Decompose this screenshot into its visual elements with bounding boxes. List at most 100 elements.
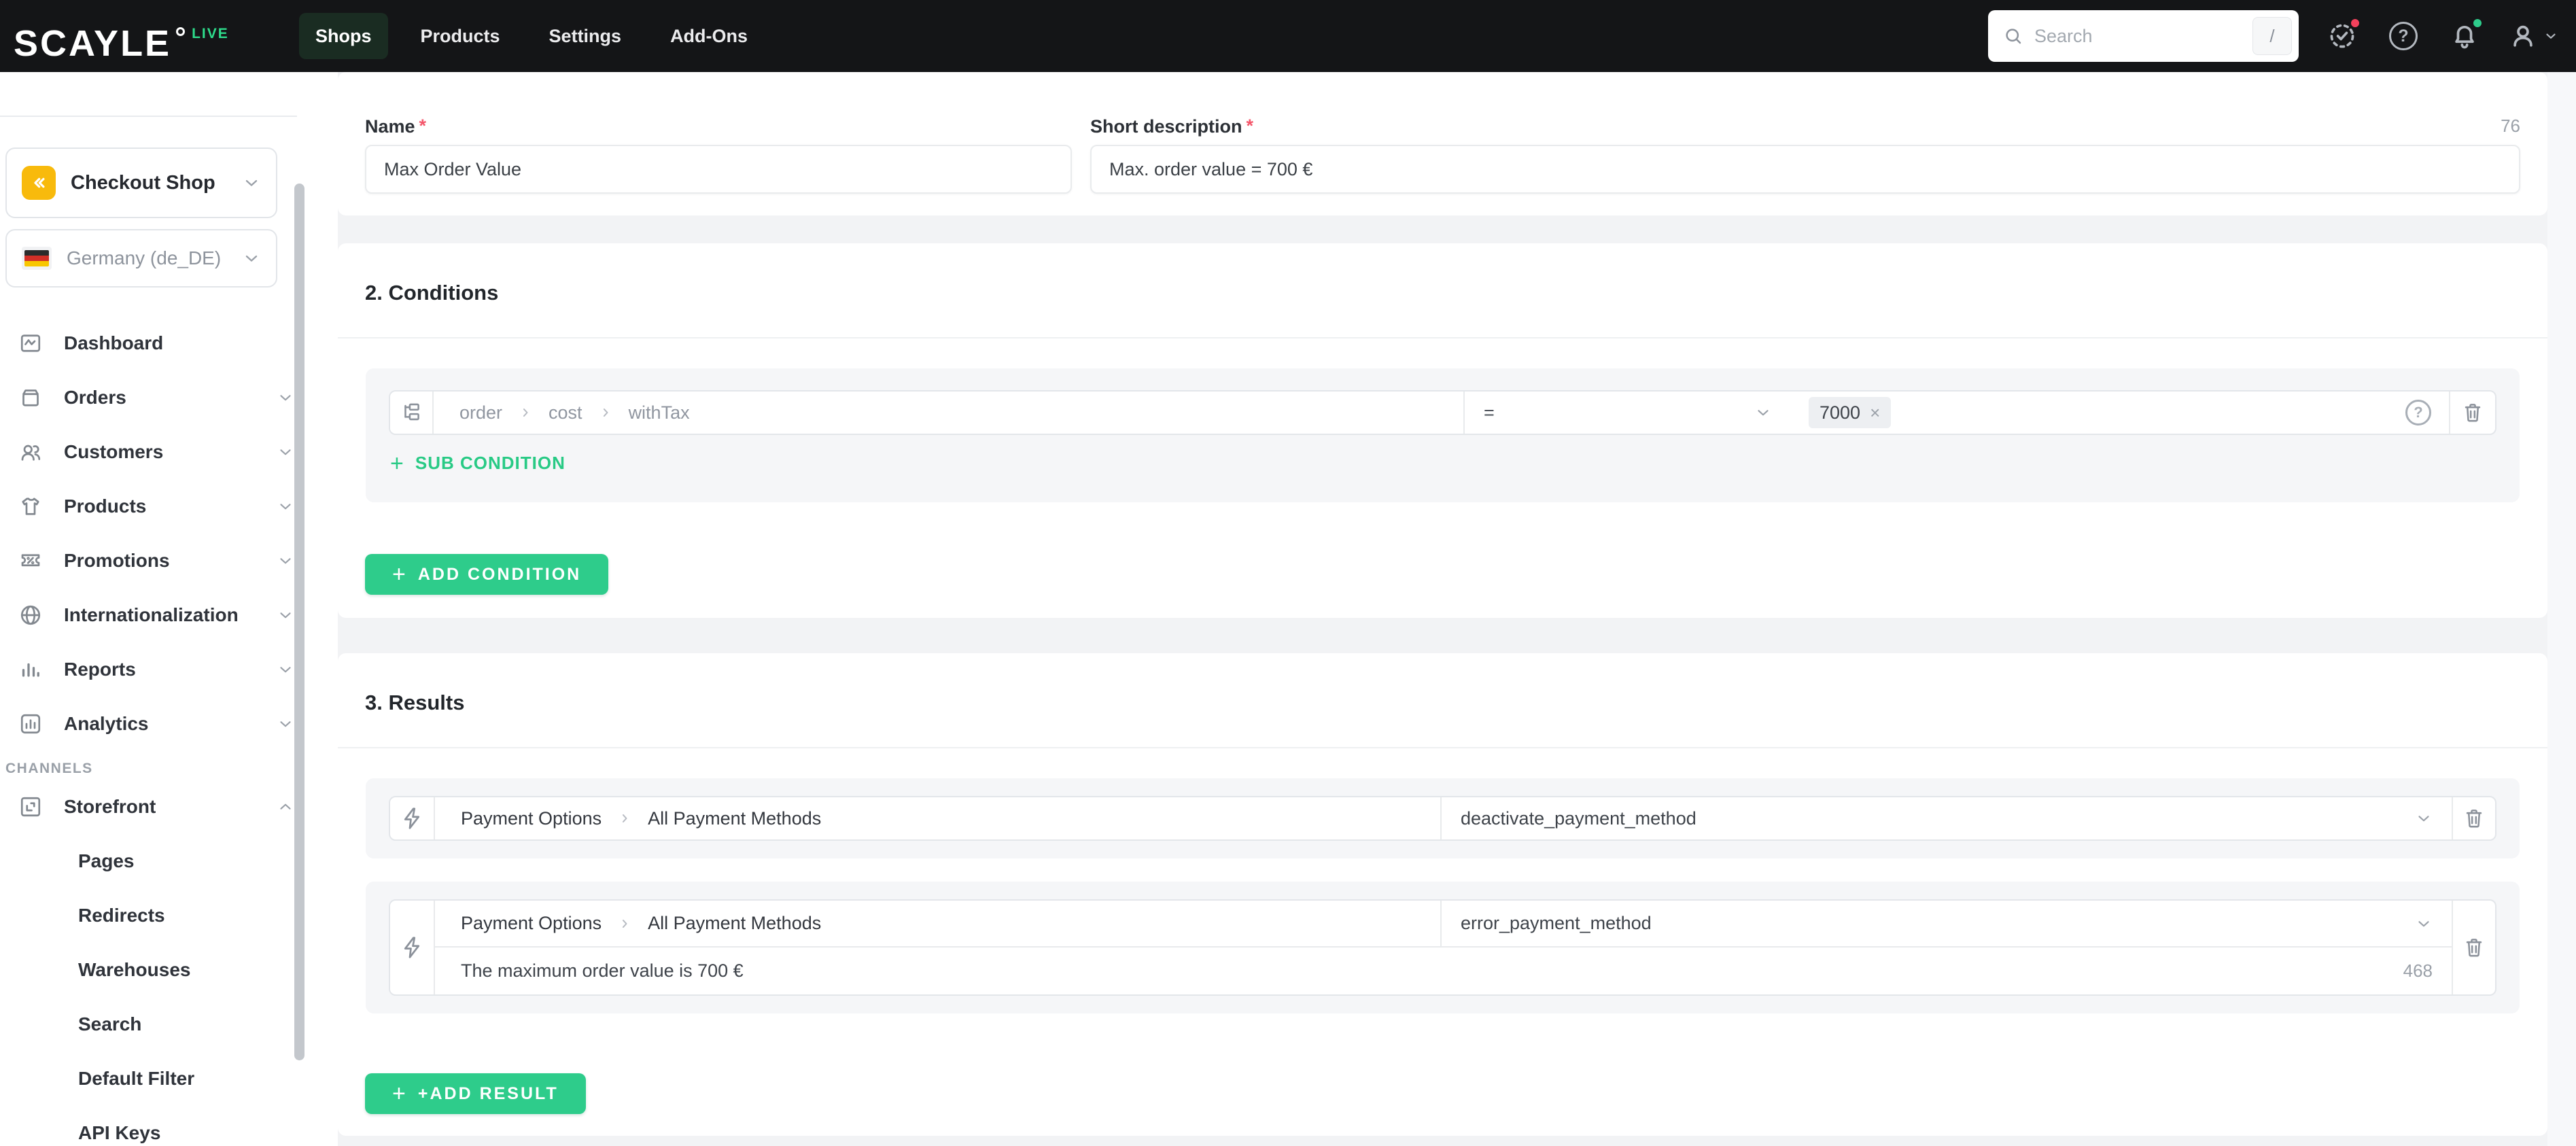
tab-products[interactable]: Products <box>404 13 517 59</box>
sidebar-subitem-pages[interactable]: Pages <box>0 834 338 888</box>
status-alert-dot <box>2349 17 2361 29</box>
sidebar-subitem-redirects[interactable]: Redirects <box>0 888 338 943</box>
result-effect-select[interactable]: error_payment_method <box>1440 901 2452 947</box>
result-group-panel: Payment Options All Payment Methods deac… <box>366 778 2520 858</box>
sidebar-scrollbar-thumb[interactable] <box>294 184 304 1060</box>
sidebar-subitem-search[interactable]: Search <box>0 997 338 1052</box>
delete-condition-button[interactable] <box>2449 392 2495 434</box>
sidebar-item-orders[interactable]: Orders <box>0 370 338 425</box>
remove-tag-icon[interactable]: × <box>1870 402 1880 423</box>
conditions-card: 2. Conditions order cost withTax = 7000 … <box>338 243 2547 618</box>
channels-section-label: CHANNELS <box>5 761 93 776</box>
logo-wordmark: SCAYLE <box>14 23 172 64</box>
condition-type-cell[interactable] <box>390 392 434 434</box>
locale-selector-label: Germany (de_DE) <box>67 247 222 268</box>
lightning-icon <box>404 937 420 958</box>
result-target-select[interactable]: Payment Options All Payment Methods <box>435 901 1440 946</box>
tab-settings[interactable]: Settings <box>533 13 638 59</box>
help-button[interactable]: ? <box>2386 18 2421 54</box>
sidebar-item-products[interactable]: Products <box>0 479 338 534</box>
sidebar-item-reports[interactable]: Reports <box>0 642 338 697</box>
chevron-right-icon <box>618 812 631 825</box>
char-counter: 468 <box>2403 960 2433 981</box>
notifications-dot <box>2471 17 2484 29</box>
locale-selector[interactable]: Germany (de_DE) <box>5 229 277 288</box>
delete-result-button[interactable] <box>2452 797 2495 839</box>
sidebar-item-promotions[interactable]: Promotions <box>0 534 338 588</box>
promotions-icon <box>18 549 43 573</box>
delete-result-button[interactable] <box>2452 901 2495 994</box>
sidebar-subitem-default-filter[interactable]: Default Filter <box>0 1052 338 1106</box>
section-divider <box>338 747 2547 748</box>
name-input[interactable] <box>365 145 1072 194</box>
trash-icon <box>2466 939 2482 957</box>
trash-icon <box>2465 404 2481 422</box>
germany-flag-icon <box>22 247 52 270</box>
plus-icon: + <box>392 561 406 587</box>
user-icon <box>2513 25 2533 47</box>
condition-row: order cost withTax = 7000 × ? <box>389 390 2496 435</box>
condition-operator-select[interactable]: = <box>1463 392 1791 434</box>
account-menu-button[interactable] <box>2508 18 2558 54</box>
result-message-input[interactable]: The maximum order value is 700 € 468 <box>435 948 2452 994</box>
add-condition-button[interactable]: + ADD CONDITION <box>365 554 609 595</box>
tab-shops[interactable]: Shops <box>299 13 388 59</box>
global-search[interactable]: / <box>1988 10 2299 62</box>
chevron-down-icon <box>277 661 294 678</box>
search-input[interactable] <box>2034 25 2242 47</box>
add-result-button[interactable]: + +ADD RESULT <box>365 1073 586 1114</box>
name-label: Name <box>365 116 415 137</box>
chevron-down-icon <box>277 498 294 515</box>
chevron-right-icon <box>519 406 532 419</box>
sidebar-item-storefront[interactable]: Storefront <box>0 780 338 834</box>
page-scrollbar[interactable] <box>2547 72 2576 1146</box>
short-description-input[interactable] <box>1090 145 2520 194</box>
section-divider <box>338 337 2547 338</box>
sidebar-item-customers[interactable]: Customers <box>0 425 338 479</box>
char-counter: 76 <box>2501 116 2520 136</box>
globe-icon <box>18 603 43 627</box>
lightning-icon <box>404 808 420 829</box>
trash-icon <box>2466 810 2482 828</box>
app-root: SCAYLE LIVE Shops Products Settings Add-… <box>0 0 2576 1146</box>
result-target-select[interactable]: Payment Options All Payment Methods <box>435 797 1440 839</box>
help-icon: ? <box>2389 22 2418 50</box>
result-group-panel: Payment Options All Payment Methods erro… <box>366 882 2520 1013</box>
sidebar-item-internationalization[interactable]: Internationalization <box>0 588 338 642</box>
chevron-down-icon <box>2546 33 2556 39</box>
condition-value-input[interactable]: 7000 × ? <box>1791 392 2449 434</box>
sidebar-subitem-warehouses[interactable]: Warehouses <box>0 943 338 997</box>
chevron-down-icon <box>242 249 261 268</box>
chevron-down-icon <box>277 606 294 624</box>
search-icon <box>2006 29 2021 44</box>
chevron-down-icon <box>2415 915 2433 933</box>
sidebar-subitem-api-keys[interactable]: API Keys <box>0 1106 338 1146</box>
storefront-icon <box>18 795 43 819</box>
environment-badge: LIVE <box>192 26 229 41</box>
shop-selector[interactable]: Checkout Shop <box>5 147 277 218</box>
add-sub-condition-button[interactable]: + SUB CONDITION <box>390 452 565 475</box>
value-tag: 7000 × <box>1809 397 1892 428</box>
required-asterisk: * <box>1246 116 1254 136</box>
condition-help-icon[interactable]: ? <box>2405 400 2431 426</box>
chevron-down-icon <box>2415 810 2433 827</box>
condition-attribute-select[interactable]: order cost withTax <box>434 392 1463 434</box>
dashboard-icon <box>18 331 43 355</box>
tab-add-ons[interactable]: Add-Ons <box>654 13 764 59</box>
notifications-button[interactable] <box>2447 17 2484 54</box>
result-type-cell[interactable] <box>390 797 435 839</box>
sidebar-nav: Dashboard Orders Customers Products Prom… <box>0 316 338 1146</box>
main-nav-tabs: Shops Products Settings Add-Ons <box>299 13 764 59</box>
chevron-right-icon <box>599 406 612 419</box>
sidebar-item-analytics[interactable]: Analytics <box>0 697 338 751</box>
result-effect-select[interactable]: deactivate_payment_method <box>1440 797 2452 839</box>
analytics-icon <box>18 712 43 736</box>
sidebar-item-dashboard[interactable]: Dashboard <box>0 316 338 370</box>
result-type-cell[interactable] <box>390 901 435 994</box>
logo-ring-icon <box>176 27 186 36</box>
short-description-field-group: Short description * 76 <box>1090 116 2520 215</box>
sidebar-divider <box>0 116 297 117</box>
status-progress-button[interactable] <box>2325 17 2361 54</box>
shop-selector-label: Checkout Shop <box>71 171 215 194</box>
orders-icon <box>18 385 43 410</box>
